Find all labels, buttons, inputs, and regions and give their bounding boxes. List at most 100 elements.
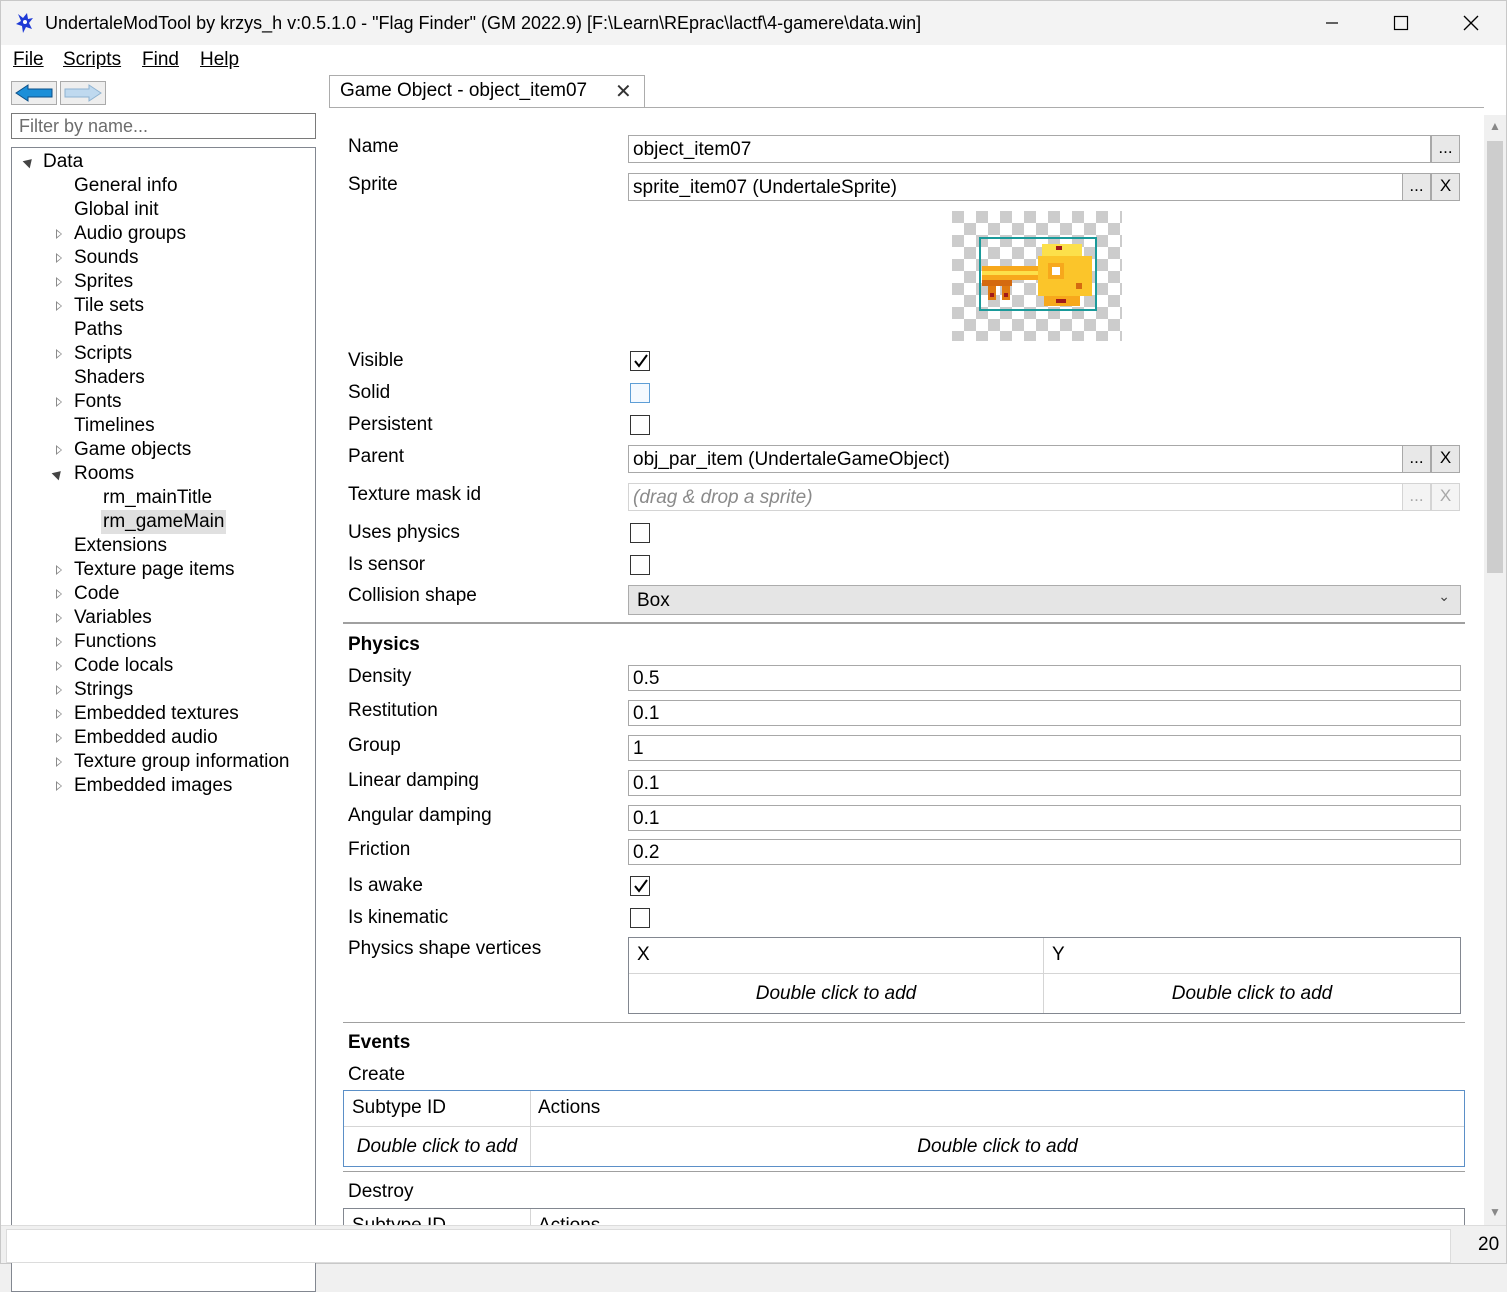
density-field[interactable]: 0.5 — [628, 665, 1461, 691]
tree-item[interactable]: Embedded images — [72, 774, 234, 798]
expand-arrow-icon[interactable] — [56, 637, 62, 647]
name-field[interactable]: object_item07 — [628, 135, 1431, 163]
expand-arrow-icon[interactable] — [56, 277, 62, 287]
parent-clear-button[interactable]: X — [1431, 445, 1460, 473]
tree-item[interactable]: Game objects — [72, 438, 193, 462]
tab-close-icon[interactable]: ✕ — [615, 79, 632, 104]
tree-item[interactable]: Strings — [72, 678, 135, 702]
menu-file[interactable]: File — [13, 49, 44, 71]
expand-arrow-icon[interactable] — [56, 565, 62, 575]
group-field[interactable]: 1 — [628, 735, 1461, 761]
angular-damping-field[interactable]: 0.1 — [628, 805, 1461, 831]
sprite-browse-button[interactable]: ... — [1402, 173, 1431, 201]
persistent-checkbox[interactable] — [630, 415, 650, 435]
tree-item[interactable]: Code — [72, 582, 121, 606]
tree-root-data[interactable]: Data — [43, 150, 83, 174]
expand-arrow-icon[interactable] — [56, 709, 62, 719]
tree-item[interactable]: Tile sets — [72, 294, 146, 318]
forward-button[interactable] — [60, 81, 106, 105]
vertices-col-x[interactable]: X — [629, 938, 1044, 974]
create-add-subtype[interactable]: Double click to add — [344, 1128, 530, 1166]
create-event-grid[interactable]: Subtype ID Actions Double click to add D… — [343, 1090, 1465, 1167]
tree-item[interactable]: Sounds — [72, 246, 140, 270]
tree-item[interactable]: rm_mainTitle — [101, 486, 214, 510]
tree-item[interactable]: Sprites — [72, 270, 135, 294]
sprite-clear-button[interactable]: X — [1431, 173, 1460, 201]
minimize-button[interactable] — [1297, 1, 1367, 45]
scroll-thumb[interactable] — [1487, 141, 1503, 573]
back-button[interactable] — [11, 81, 57, 105]
destroy-event-grid[interactable]: Subtype ID Actions — [343, 1208, 1465, 1225]
expand-root-icon[interactable] — [22, 155, 36, 169]
create-col-subtype[interactable]: Subtype ID — [344, 1091, 530, 1127]
vertices-add-y[interactable]: Double click to add — [1044, 975, 1460, 1013]
scroll-down-icon[interactable]: ▼ — [1489, 1205, 1501, 1219]
tree-item[interactable]: Audio groups — [72, 222, 188, 246]
menu-help[interactable]: Help — [200, 49, 239, 71]
destroy-col-actions[interactable]: Actions — [530, 1209, 1464, 1225]
tree-item[interactable]: Embedded textures — [72, 702, 241, 726]
is-sensor-checkbox[interactable] — [630, 555, 650, 575]
vertices-grid[interactable]: X Y Double click to add Double click to … — [628, 937, 1461, 1014]
tree-item[interactable]: Functions — [72, 630, 158, 654]
is-kinematic-checkbox[interactable] — [630, 908, 650, 928]
maximize-button[interactable] — [1366, 1, 1436, 45]
expand-arrow-icon[interactable] — [56, 229, 62, 239]
tree-item[interactable]: Paths — [72, 318, 125, 342]
is-awake-checkbox[interactable] — [630, 876, 650, 896]
tree-item[interactable]: Scripts — [72, 342, 134, 366]
title-bar[interactable]: UndertaleModTool by krzys_h v:0.5.1.0 - … — [1, 1, 1506, 45]
tree-item[interactable]: Texture page items — [72, 558, 237, 582]
scroll-up-icon[interactable]: ▲ — [1489, 119, 1501, 133]
expand-arrow-icon[interactable] — [56, 781, 62, 791]
tab-game-object[interactable]: Game Object - object_item07 ✕ — [329, 75, 645, 108]
friction-field[interactable]: 0.2 — [628, 839, 1461, 865]
tree-item[interactable]: Code locals — [72, 654, 175, 678]
texture-mask-field[interactable]: (drag & drop a sprite) — [628, 483, 1403, 511]
tree-item[interactable]: General info — [72, 174, 180, 198]
parent-field[interactable]: obj_par_item (UndertaleGameObject) — [628, 445, 1403, 473]
texture-mask-browse-button[interactable]: ... — [1402, 483, 1431, 511]
tree-item[interactable]: Global init — [72, 198, 161, 222]
texture-mask-clear-button[interactable]: X — [1431, 483, 1460, 511]
expand-arrow-icon[interactable] — [56, 661, 62, 671]
expand-arrow-icon[interactable] — [56, 757, 62, 767]
collapse-arrow-icon[interactable] — [51, 467, 65, 481]
uses-physics-checkbox[interactable] — [630, 523, 650, 543]
create-add-actions[interactable]: Double click to add — [531, 1128, 1464, 1166]
resource-tree[interactable]: Data General info Global init Audio groups… — [11, 147, 316, 1292]
linear-damping-field[interactable]: 0.1 — [628, 770, 1461, 796]
expand-arrow-icon[interactable] — [56, 733, 62, 743]
expand-arrow-icon[interactable] — [56, 253, 62, 263]
sprite-field[interactable]: sprite_item07 (UndertaleSprite) — [628, 173, 1403, 201]
expand-arrow-icon[interactable] — [56, 685, 62, 695]
expand-arrow-icon[interactable] — [56, 445, 62, 455]
expand-arrow-icon[interactable] — [56, 301, 62, 311]
tree-item[interactable]: Timelines — [72, 414, 157, 438]
tree-item[interactable]: Embedded audio — [72, 726, 220, 750]
create-col-actions[interactable]: Actions — [530, 1091, 1464, 1127]
tree-item[interactable]: Rooms — [72, 462, 136, 486]
expand-arrow-icon[interactable] — [56, 613, 62, 623]
expand-arrow-icon[interactable] — [56, 589, 62, 599]
name-edit-button[interactable]: ... — [1431, 135, 1460, 163]
parent-browse-button[interactable]: ... — [1402, 445, 1431, 473]
vertices-col-y[interactable]: Y — [1044, 938, 1460, 974]
visible-checkbox[interactable] — [630, 351, 650, 371]
destroy-col-subtype[interactable]: Subtype ID — [344, 1209, 530, 1225]
vertices-add-x[interactable]: Double click to add — [629, 975, 1043, 1013]
filter-input[interactable]: Filter by name... — [11, 113, 316, 139]
editor-scrollbar[interactable]: ▲ ▼ — [1484, 115, 1506, 1225]
expand-arrow-icon[interactable] — [56, 349, 62, 359]
tree-item[interactable]: Fonts — [72, 390, 124, 414]
solid-checkbox[interactable] — [630, 383, 650, 403]
collision-shape-select[interactable]: Box ⌄ — [628, 585, 1461, 615]
status-command-field[interactable] — [6, 1229, 1451, 1263]
restitution-field[interactable]: 0.1 — [628, 700, 1461, 726]
tree-item[interactable]: Shaders — [72, 366, 147, 390]
menu-find[interactable]: Find — [142, 49, 179, 71]
tree-item[interactable]: Extensions — [72, 534, 169, 558]
tree-item[interactable]: Texture group information — [72, 750, 291, 774]
expand-arrow-icon[interactable] — [56, 397, 62, 407]
menu-scripts[interactable]: Scripts — [63, 49, 121, 71]
